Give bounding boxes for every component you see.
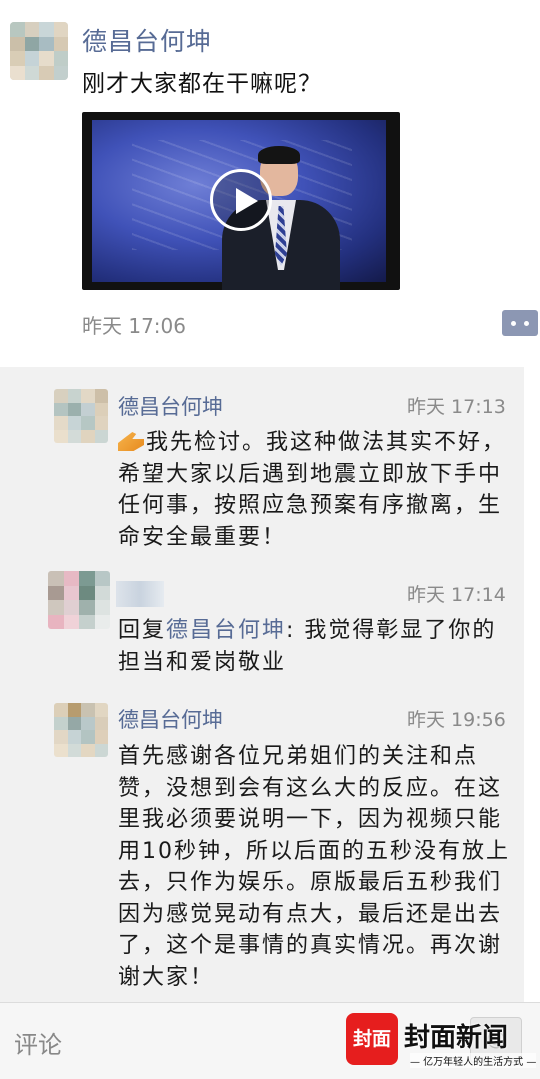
post-text: 刚才大家都在干嘛呢？ bbox=[82, 71, 322, 97]
post-time: 昨天 17:06 bbox=[82, 314, 186, 338]
author-name[interactable]: 德昌台何坤 bbox=[82, 22, 212, 58]
commenter-avatar[interactable] bbox=[54, 389, 108, 443]
commenter-name[interactable]: 德昌台何坤 bbox=[118, 704, 223, 734]
reply-to-name[interactable]: 德昌台何坤 bbox=[166, 618, 286, 643]
comment-time: 昨天 17:14 bbox=[407, 584, 506, 606]
comment-input[interactable]: 评论 bbox=[14, 1025, 62, 1060]
salute-hand-icon bbox=[118, 432, 144, 451]
comment-time: 昨天 19:56 bbox=[407, 709, 506, 731]
watermark-text: 封面新闻 bbox=[404, 1023, 509, 1053]
comment-body: 我先检讨。我这种做法其实不好，希望大家以后遇到地震立即放下手中任何事，按照应急预… bbox=[118, 430, 507, 550]
commenter-avatar[interactable] bbox=[48, 571, 110, 629]
more-options-icon[interactable] bbox=[502, 310, 538, 336]
play-icon[interactable] bbox=[210, 169, 272, 231]
video-thumbnail[interactable] bbox=[82, 112, 400, 290]
reply-prefix: 回复 bbox=[118, 618, 167, 643]
comment-text: 回复德昌台何坤: 我觉得彰显了你的担当和爱岗敬业 bbox=[118, 615, 518, 678]
author-avatar[interactable] bbox=[10, 22, 68, 80]
commenter-name[interactable]: 德昌台何坤 bbox=[118, 391, 223, 421]
fengmian-logo: 封面 bbox=[346, 1013, 398, 1065]
comment-time: 昨天 17:13 bbox=[407, 396, 506, 418]
commenter-avatar[interactable] bbox=[54, 703, 108, 757]
commenter-name-blurred bbox=[116, 581, 164, 607]
watermark-tagline: — 亿万年轻人的生活方式 — bbox=[410, 1053, 537, 1068]
moments-post: 德昌台何坤 刚才大家都在干嘛呢？ 昨天 17:06 bbox=[0, 0, 540, 365]
comments-section: 德昌台何坤 昨天 17:13 我先检讨。我这种做法其实不好，希望大家以后遇到地震… bbox=[0, 367, 540, 1002]
comment-bar: 评论 ☺ 封面 封面新闻 — 亿万年轻人的生活方式 — bbox=[0, 1002, 540, 1079]
comment-text: 我先检讨。我这种做法其实不好，希望大家以后遇到地震立即放下手中任何事，按照应急预… bbox=[118, 427, 518, 553]
comment-text: 首先感谢各位兄弟姐们的关注和点赞，没想到会有这么大的反应。在这里我必须要说明一下… bbox=[118, 744, 510, 990]
